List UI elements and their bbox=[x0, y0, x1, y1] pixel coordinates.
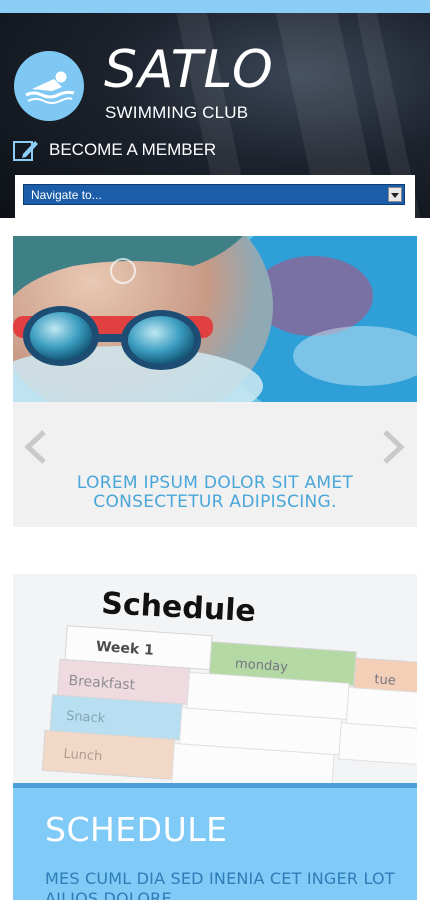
navigate-select[interactable]: Navigate to... bbox=[23, 184, 405, 205]
brand-tagline: SWIMMING CLUB bbox=[105, 103, 249, 122]
pencil-icon bbox=[13, 141, 38, 161]
dropdown-arrow-icon[interactable] bbox=[388, 187, 402, 202]
navigation-container: Navigate to... bbox=[15, 175, 415, 218]
swimmer-icon bbox=[25, 71, 75, 104]
brand-name[interactable]: SATLO bbox=[104, 40, 274, 100]
schedule-card[interactable]: SCHEDULE MES CUML DIA SED INENIA CET ING… bbox=[13, 788, 417, 900]
schedule-cell: Snack bbox=[66, 709, 107, 727]
schedule-cell: Lunch bbox=[63, 747, 103, 765]
become-member-link[interactable]: BECOME A MEMBER bbox=[13, 137, 216, 163]
schedule-image: Schedule Week 1 monday tue Breakfast Sna… bbox=[13, 574, 417, 784]
navigate-select-value: Navigate to... bbox=[31, 188, 102, 202]
top-accent-bar bbox=[0, 0, 430, 13]
logo[interactable] bbox=[14, 51, 84, 121]
chevron-left-icon[interactable] bbox=[24, 430, 48, 464]
chevron-right-icon[interactable] bbox=[381, 430, 405, 464]
card-title[interactable]: SCHEDULE bbox=[45, 810, 227, 849]
slide-image-swimmer bbox=[13, 236, 417, 402]
schedule-cell: tue bbox=[374, 672, 396, 688]
slide-caption: LOREM IPSUM DOLOR SIT AMET CONSECTETUR A… bbox=[76, 473, 354, 512]
card-text: MES CUML DIA SED INENIA CET INGER LOT AI… bbox=[45, 869, 395, 900]
become-member-label: BECOME A MEMBER bbox=[49, 140, 217, 159]
site-header: SATLO SWIMMING CLUB BECOME A MEMBER Navi… bbox=[0, 13, 430, 218]
